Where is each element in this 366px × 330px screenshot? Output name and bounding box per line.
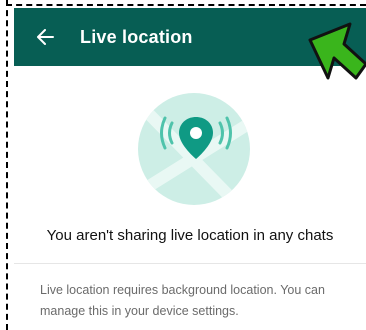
page-title: Live location (80, 26, 193, 47)
background-location-info: Live location requires background locati… (40, 283, 325, 318)
dashed-border-top (6, 4, 366, 6)
dashed-border-left (6, 0, 8, 330)
divider (14, 263, 366, 264)
back-arrow-icon[interactable] (34, 26, 56, 48)
empty-state-message: You aren't sharing live location in any … (46, 227, 334, 244)
pointer-arrow-icon (300, 20, 366, 110)
live-location-illustration (138, 93, 250, 205)
